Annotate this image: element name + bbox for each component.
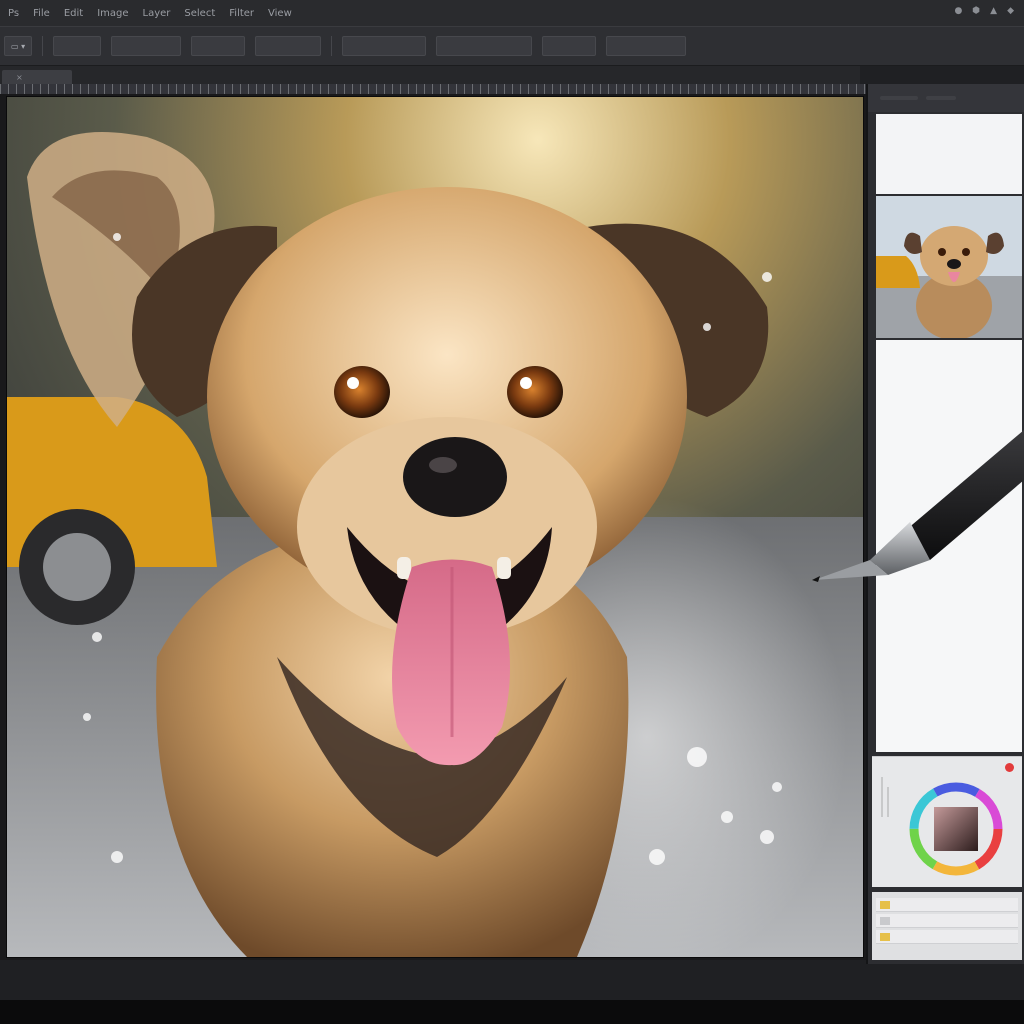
layer-row[interactable]	[876, 930, 1018, 944]
thumbnail-dog	[876, 196, 1022, 338]
color-wheel-icon[interactable]	[872, 757, 1022, 887]
panel-blank-area	[876, 114, 1022, 194]
layer-swatch	[880, 916, 890, 925]
monitor-screen: Ps File Edit Image Layer Select Filter V…	[0, 0, 1024, 1000]
option-field[interactable]	[606, 36, 687, 56]
document-tabs: ×	[0, 66, 860, 84]
navigator-thumbnail[interactable]	[876, 196, 1022, 338]
menu-bar: Ps File Edit Image Layer Select Filter V…	[0, 0, 1024, 26]
divider	[331, 36, 333, 56]
close-icon[interactable]: ×	[16, 73, 23, 82]
monitor-bezel	[0, 1000, 1024, 1024]
canvas-area	[0, 94, 866, 960]
tool-options-bar: ▭ ▾	[0, 26, 1024, 66]
option-field[interactable]	[342, 36, 427, 56]
status-icon[interactable]: ◆	[1007, 6, 1014, 16]
option-field[interactable]	[542, 36, 597, 56]
menu-view[interactable]: View	[268, 8, 292, 19]
panel-tab[interactable]	[880, 96, 918, 100]
menu-image[interactable]: Image	[97, 8, 128, 19]
status-icon[interactable]: ●	[954, 6, 962, 16]
tool-preset-picker[interactable]: ▭ ▾	[4, 36, 33, 56]
status-cluster: ● ⬢ ▲ ◆	[954, 6, 1014, 16]
menu-file[interactable]: File	[33, 8, 50, 19]
menu-ps-logo[interactable]: Ps	[8, 8, 19, 19]
layer-swatch	[880, 900, 890, 909]
color-panel	[872, 756, 1022, 887]
option-field[interactable]	[191, 36, 246, 56]
option-field[interactable]	[53, 36, 102, 56]
status-icon[interactable]: ▲	[990, 6, 997, 16]
panel-tab[interactable]	[926, 96, 956, 100]
right-panel	[866, 84, 1024, 964]
layer-row[interactable]	[876, 898, 1018, 912]
option-field[interactable]	[255, 36, 322, 56]
document-tab[interactable]: ×	[2, 70, 72, 84]
dog-photo	[7, 97, 863, 957]
close-icon[interactable]	[1005, 763, 1014, 772]
layer-row[interactable]	[876, 914, 1018, 928]
document-canvas[interactable]	[6, 96, 864, 958]
layers-panel	[872, 892, 1022, 960]
option-field[interactable]	[436, 36, 533, 56]
menu-layer[interactable]: Layer	[143, 8, 171, 19]
menu-edit[interactable]: Edit	[64, 8, 83, 19]
properties-panel	[876, 340, 1022, 752]
divider	[42, 36, 44, 56]
panel-tabs	[868, 84, 1024, 112]
status-icon[interactable]: ⬢	[972, 6, 980, 16]
layer-swatch	[880, 932, 890, 941]
menu-select[interactable]: Select	[184, 8, 215, 19]
menu-filter[interactable]: Filter	[229, 8, 254, 19]
option-field[interactable]	[111, 36, 182, 56]
